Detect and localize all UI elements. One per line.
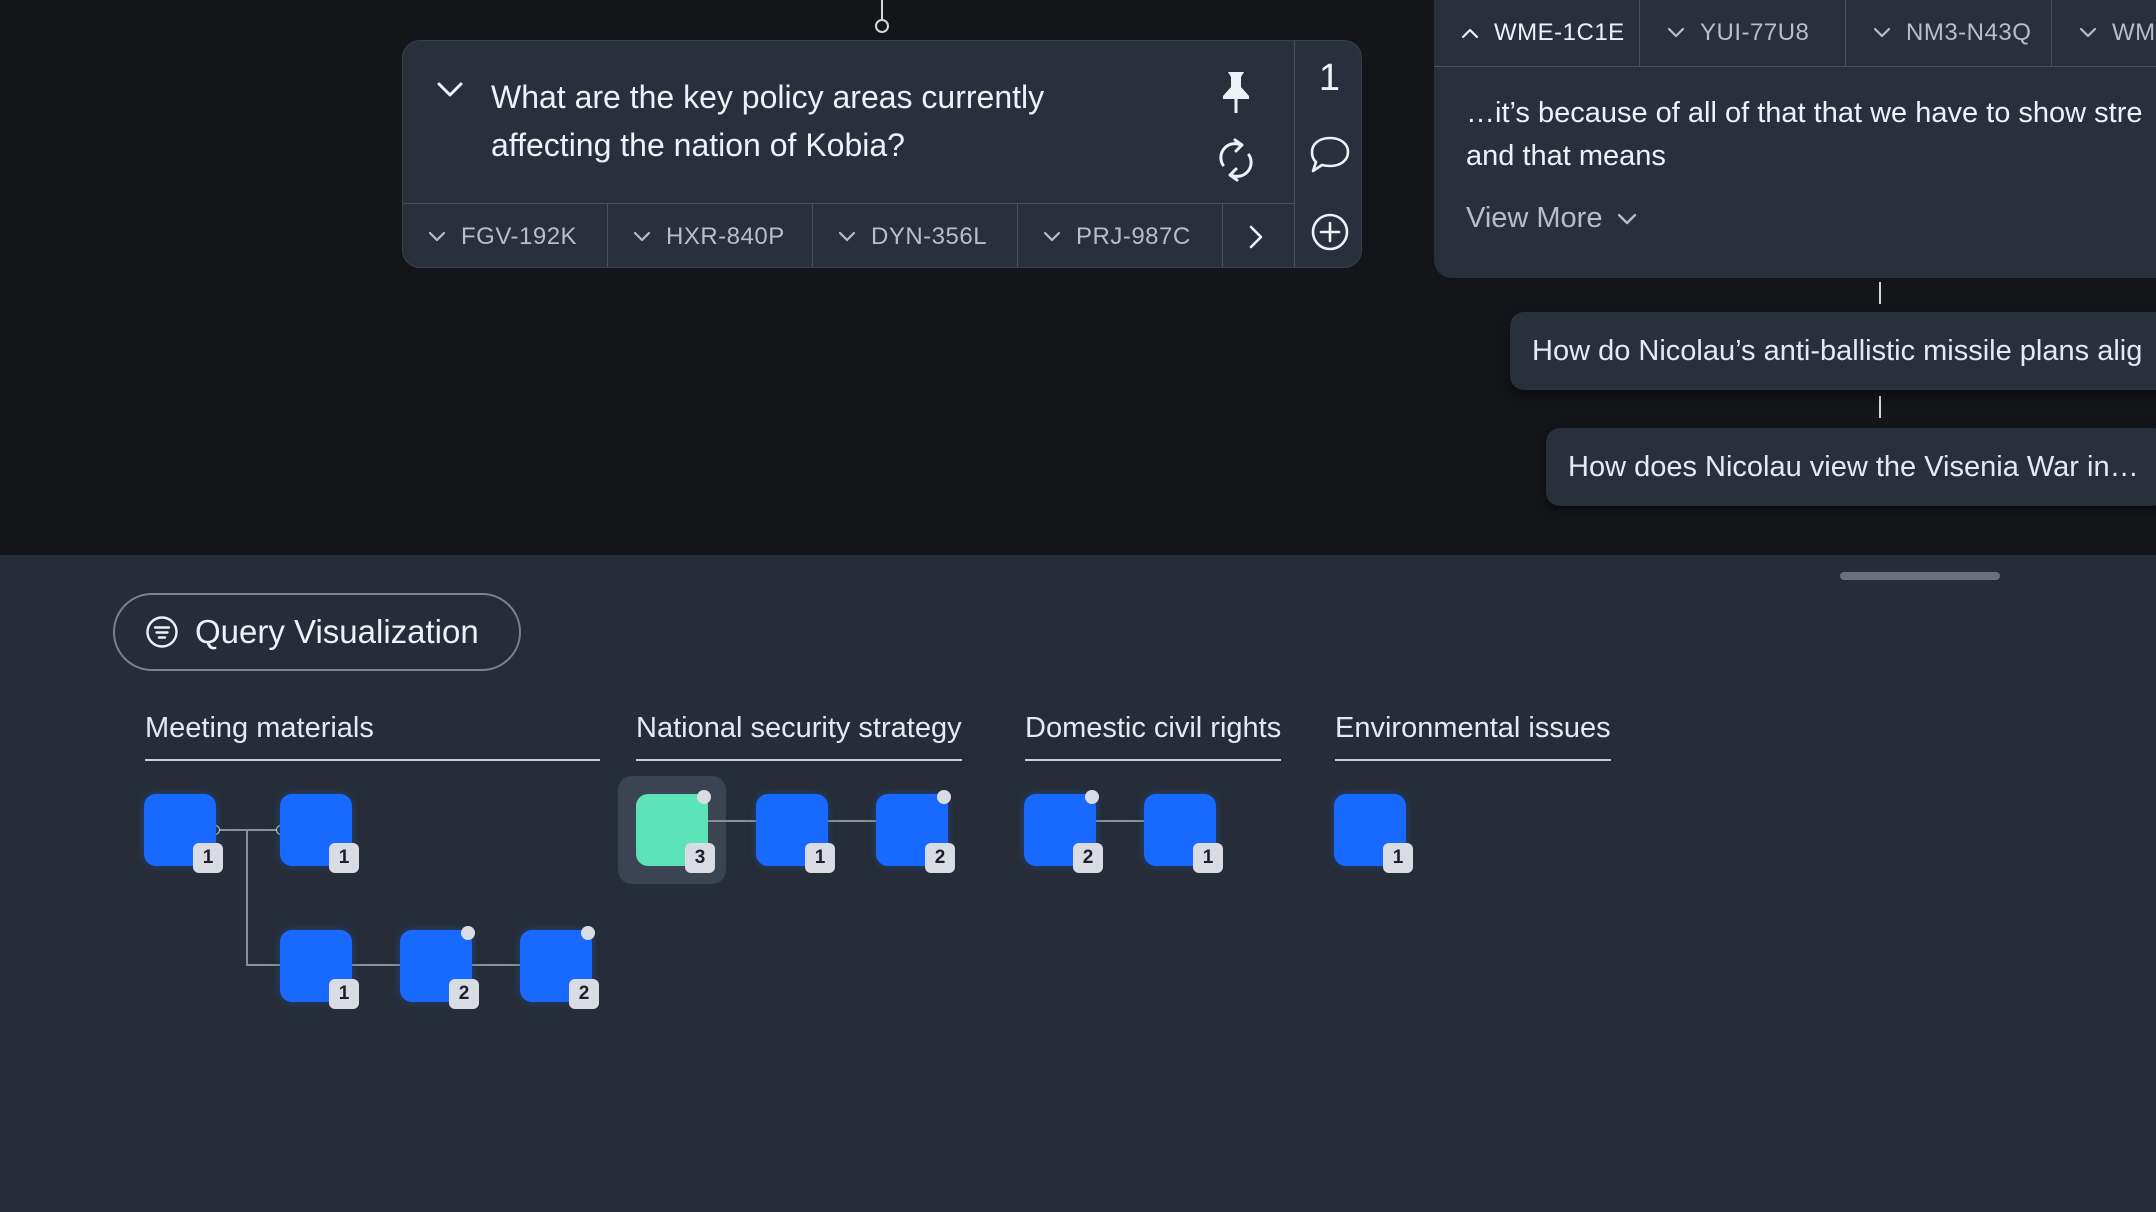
query-count: 1 [1318,57,1341,99]
answer-card: WME-1C1E YUI-77U8 NM3-N43Q WM …it’s beca… [1434,0,2156,278]
query-header: What are the key policy areas currently … [403,41,1294,203]
chevron-up-icon [1461,28,1479,39]
node-count-badge: 1 [329,843,359,873]
chevron-down-icon [1667,27,1685,38]
graph-edge [1096,820,1146,822]
query-text: What are the key policy areas currently … [491,79,1045,163]
answer-line: and that means [1466,140,1666,172]
node-count-badge: 2 [925,843,955,873]
connector-line [1879,282,1881,304]
chevron-down-icon[interactable] [435,79,465,101]
chevron-down-icon [1043,231,1061,242]
pin-indicator [937,790,951,804]
chevron-down-icon [838,231,856,242]
filter-list-icon [146,616,178,648]
query-visualization-button[interactable]: Query Visualization [113,593,521,671]
graph-edge [246,829,248,965]
chevron-down-icon [2079,27,2097,38]
pin-indicator [1085,790,1099,804]
add-icon[interactable] [1310,212,1350,252]
query-actions: 1 [1294,41,1361,267]
answer-tab[interactable]: NM3-N43Q [1846,0,2052,66]
query-tab-label: DYN-356L [871,223,988,250]
query-tab[interactable]: HXR-840P [608,204,813,267]
pin-indicator [697,790,711,804]
connector-line [1879,396,1881,418]
chevron-down-icon [1618,213,1637,224]
node-count-badge: 1 [805,843,835,873]
answer-source-tabs: WME-1C1E YUI-77U8 NM3-N43Q WM [1434,0,2156,67]
next-tabs-button[interactable] [1223,204,1289,267]
answer-tab-active[interactable]: WME-1C1E [1434,0,1640,66]
graph-edge [708,820,758,822]
answer-tab[interactable]: WM [2052,0,2156,66]
panel-resize-handle[interactable] [1840,572,2000,580]
query-tab[interactable]: FGV-192K [403,204,608,267]
answer-line: …it’s because of all of that that we hav… [1466,97,2143,129]
chevron-down-icon [1873,27,1891,38]
node-count-badge: 1 [329,979,359,1009]
node-count-badge: 1 [193,843,223,873]
graph-edge [216,829,281,831]
followup-text: How do Nicolau’s anti-ballistic missile … [1532,334,2143,367]
query-visualization-label: Query Visualization [195,613,479,650]
pin-icon[interactable] [1219,69,1253,115]
answer-tab-label: WM [2112,19,2156,46]
chevron-down-icon [633,231,651,242]
chevron-right-icon [1249,225,1263,249]
followup-text: How does Nicolau view the Visenia War in… [1568,450,2139,483]
answer-tab-label: NM3-N43Q [1906,19,2032,46]
node-count-badge: 1 [1193,843,1223,873]
answer-tab[interactable]: YUI-77U8 [1640,0,1846,66]
refresh-icon[interactable] [1215,137,1257,183]
category-meeting-materials[interactable]: Meeting materials [145,712,600,761]
query-source-tabs: FGV-192K HXR-840P DYN-356L PRJ-987C [403,203,1294,267]
node-count-badge: 2 [569,979,599,1009]
chevron-down-icon [428,231,446,242]
category-national-security[interactable]: National security strategy [636,712,962,761]
graph-edge [472,964,520,966]
answer-text: …it’s because of all of that that we hav… [1466,92,2156,178]
node-count-badge: 2 [1073,843,1103,873]
query-tab[interactable]: DYN-356L [813,204,1018,267]
node-count-badge: 1 [1383,843,1413,873]
category-domestic-civil-rights[interactable]: Domestic civil rights [1025,712,1282,761]
query-tab-label: PRJ-987C [1076,223,1191,250]
graph-edge [352,964,400,966]
followup-question[interactable]: How does Nicolau view the Visenia War in… [1546,428,2156,506]
answer-tab-label: WME-1C1E [1494,19,1625,46]
pin-indicator [581,926,595,940]
query-tab-label: FGV-192K [461,223,578,250]
comment-icon[interactable] [1308,134,1352,176]
followup-question[interactable]: How do Nicolau’s anti-ballistic missile … [1510,312,2156,390]
node-count-badge: 3 [685,843,715,873]
query-card: What are the key policy areas currently … [402,40,1362,268]
node-count-badge: 2 [449,979,479,1009]
connector-line [881,0,883,20]
view-more-button[interactable]: View More [1466,202,1638,235]
query-tab[interactable]: PRJ-987C [1018,204,1223,267]
view-more-label: View More [1466,202,1603,234]
connector-node [875,19,889,33]
answer-tab-label: YUI-77U8 [1700,19,1810,46]
query-tab-label: HXR-840P [666,223,785,250]
pin-indicator [461,926,475,940]
graph-edge [246,964,282,966]
graph-edge [828,820,878,822]
category-environmental-issues[interactable]: Environmental issues [1335,712,1611,761]
